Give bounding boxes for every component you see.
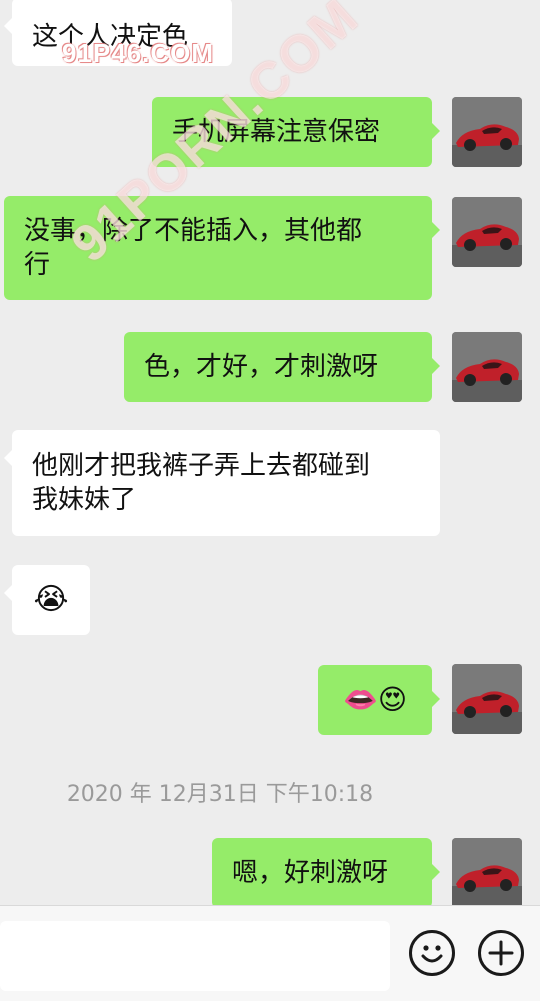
chat-input-bar [0, 905, 540, 1001]
car-avatar-icon [452, 97, 522, 167]
crying-laughing-emoji: 😭 [33, 582, 69, 617]
watermark-text: 91P46.COM [62, 38, 215, 68]
message-input[interactable] [0, 921, 390, 991]
car-avatar-icon [452, 664, 522, 734]
message-bubble-incoming[interactable]: 他刚才把我裤子弄上去都碰到 我妹妹了 [4, 430, 440, 536]
message-text: 色，才好，才刺激呀 [144, 352, 379, 382]
message-bubble-incoming[interactable]: 😭 [4, 565, 90, 635]
message-bubble-outgoing[interactable]: 没事，除了不能插入，其他都 行 [4, 196, 440, 300]
message-text: 嗯，好刺激呀 [232, 858, 389, 888]
avatar[interactable] [452, 332, 522, 402]
message-text-line: 我妹妹了 [32, 485, 137, 515]
message-bubble-outgoing[interactable]: 嗯，好刺激呀 [212, 838, 440, 908]
car-avatar-icon [452, 197, 522, 267]
plus-icon[interactable] [478, 930, 524, 976]
smiley-icon[interactable] [409, 930, 455, 976]
avatar[interactable] [452, 664, 522, 734]
message-text-line: 他刚才把我裤子弄上去都碰到 [32, 451, 371, 481]
lips-heart-eyes-emoji: 👄😍 [342, 683, 408, 716]
avatar[interactable] [452, 97, 522, 167]
avatar[interactable] [452, 838, 522, 908]
message-bubble-outgoing[interactable]: 色，才好，才刺激呀 [124, 332, 440, 402]
avatar[interactable] [452, 197, 522, 267]
message-text-line: 行 [24, 250, 51, 280]
car-avatar-icon [452, 332, 522, 402]
message-timestamp: 2020 年 12月31日 下午10:18 [66, 782, 374, 807]
message-bubble-outgoing[interactable]: 👄😍 [318, 665, 440, 735]
car-avatar-icon [452, 838, 522, 908]
